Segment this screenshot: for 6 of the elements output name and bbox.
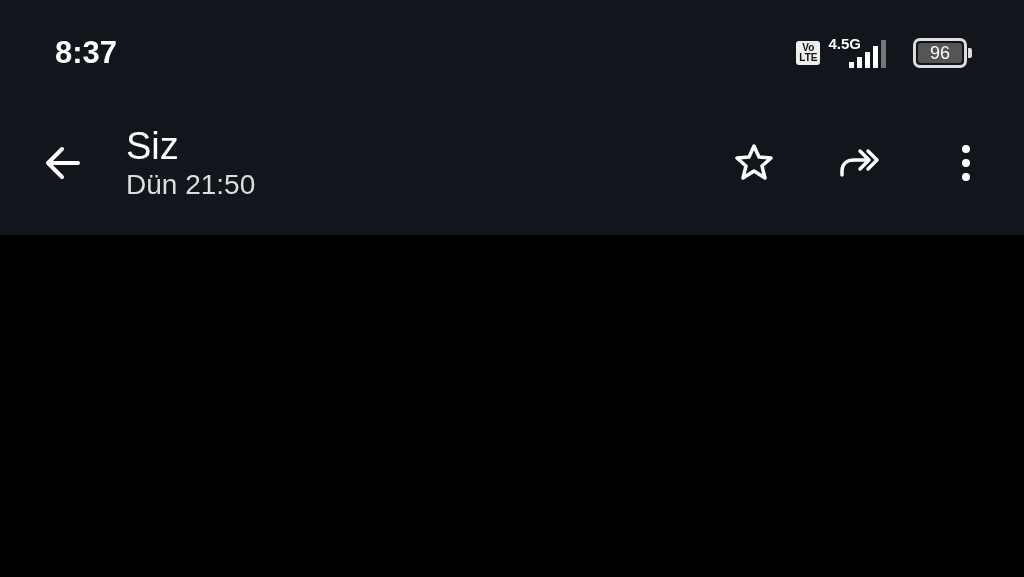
network-type: 4.5G	[828, 35, 861, 51]
status-time: 8:37	[55, 34, 118, 71]
volte-badge: Vo LTE	[796, 40, 821, 65]
conversation-date: Dün 21:50	[126, 167, 257, 202]
conversation-title: Siz	[126, 123, 180, 168]
battery-level: 96	[917, 42, 962, 63]
